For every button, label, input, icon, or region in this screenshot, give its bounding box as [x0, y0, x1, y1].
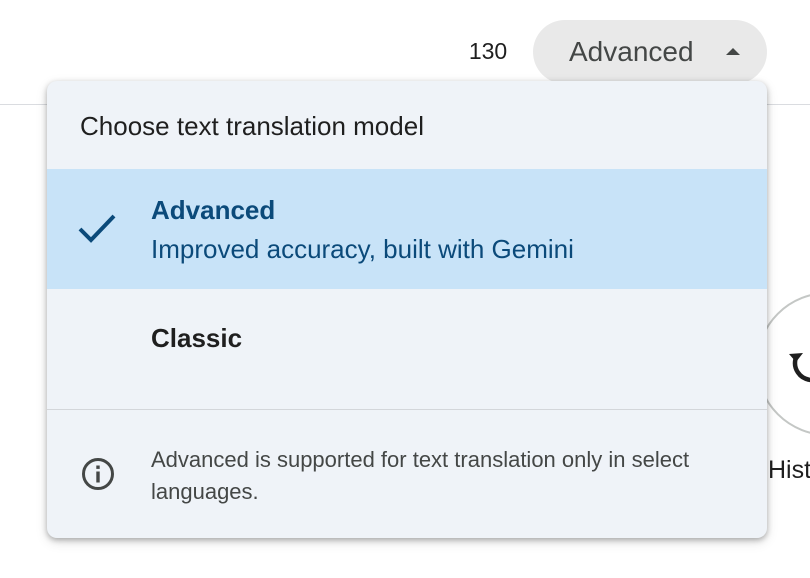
caret-up-icon — [726, 48, 740, 55]
model-option-advanced[interactable]: Advanced Improved accuracy, built with G… — [47, 169, 767, 289]
translate-page: 130 Advanced Hist Choose text translatio… — [0, 0, 810, 578]
model-selector-label: Advanced — [569, 36, 694, 67]
option-advanced-subtitle: Improved accuracy, built with Gemini — [151, 234, 574, 264]
info-message: Advanced is supported for text translati… — [151, 447, 690, 504]
option-classic-title: Classic — [151, 323, 243, 353]
history-icon — [789, 353, 810, 383]
check-icon — [78, 214, 116, 243]
menu-title: Choose text translation model — [80, 111, 424, 141]
character-count: 130 — [468, 38, 508, 64]
model-menu: Choose text translation model Advanced I… — [47, 81, 767, 538]
model-option-classic[interactable]: Classic — [47, 289, 767, 409]
option-advanced-title: Advanced — [151, 195, 276, 225]
model-selector-button[interactable]: Advanced — [533, 20, 767, 84]
menu-divider — [47, 409, 767, 410]
history-label: Hist — [768, 456, 810, 484]
info-icon — [82, 458, 114, 490]
